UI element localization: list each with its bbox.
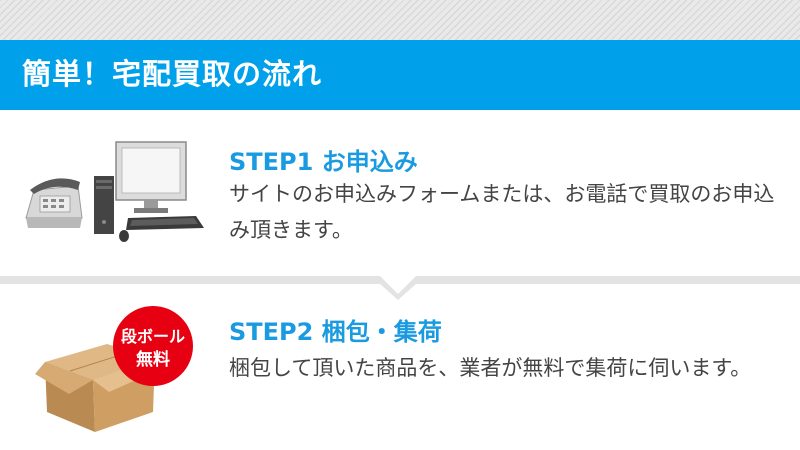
- step-1-description: サイトのお申込みフォームまたは、お電話で買取のお申込み頂きます。: [229, 182, 775, 242]
- page-title: 簡単！宅配買取の流れ: [22, 57, 323, 91]
- striped-top-banner: [0, 0, 800, 40]
- step-2-title: STEP2 梱包・集荷: [229, 318, 442, 346]
- mouse-icon: [119, 230, 129, 242]
- keyboard-icon: [126, 216, 204, 230]
- cardboard-box-icon: 段ボール 無料: [35, 306, 193, 432]
- step-2-description: 梱包して頂いた商品を、業者が無料で集荷に伺います。: [229, 356, 752, 380]
- telephone-icon: [25, 178, 83, 228]
- free-box-badge: 段ボール 無料: [113, 306, 193, 386]
- phone-computer-icon: [25, 141, 204, 242]
- step-1-title: STEP1 お申込み: [229, 148, 418, 176]
- monitor-icon: [115, 141, 187, 213]
- step-2: 段ボール 無料 STEP2 梱包・集荷 梱包して頂いた商品を、業者が無料で集荷に…: [0, 280, 800, 450]
- step-1: STEP1 お申込み サイトのお申込みフォームまたは、お電話で買取のお申込み頂き…: [0, 110, 800, 278]
- pc-tower-icon: [94, 176, 114, 234]
- badge-line-1: 段ボール: [121, 327, 185, 346]
- badge-line-2: 無料: [136, 349, 170, 370]
